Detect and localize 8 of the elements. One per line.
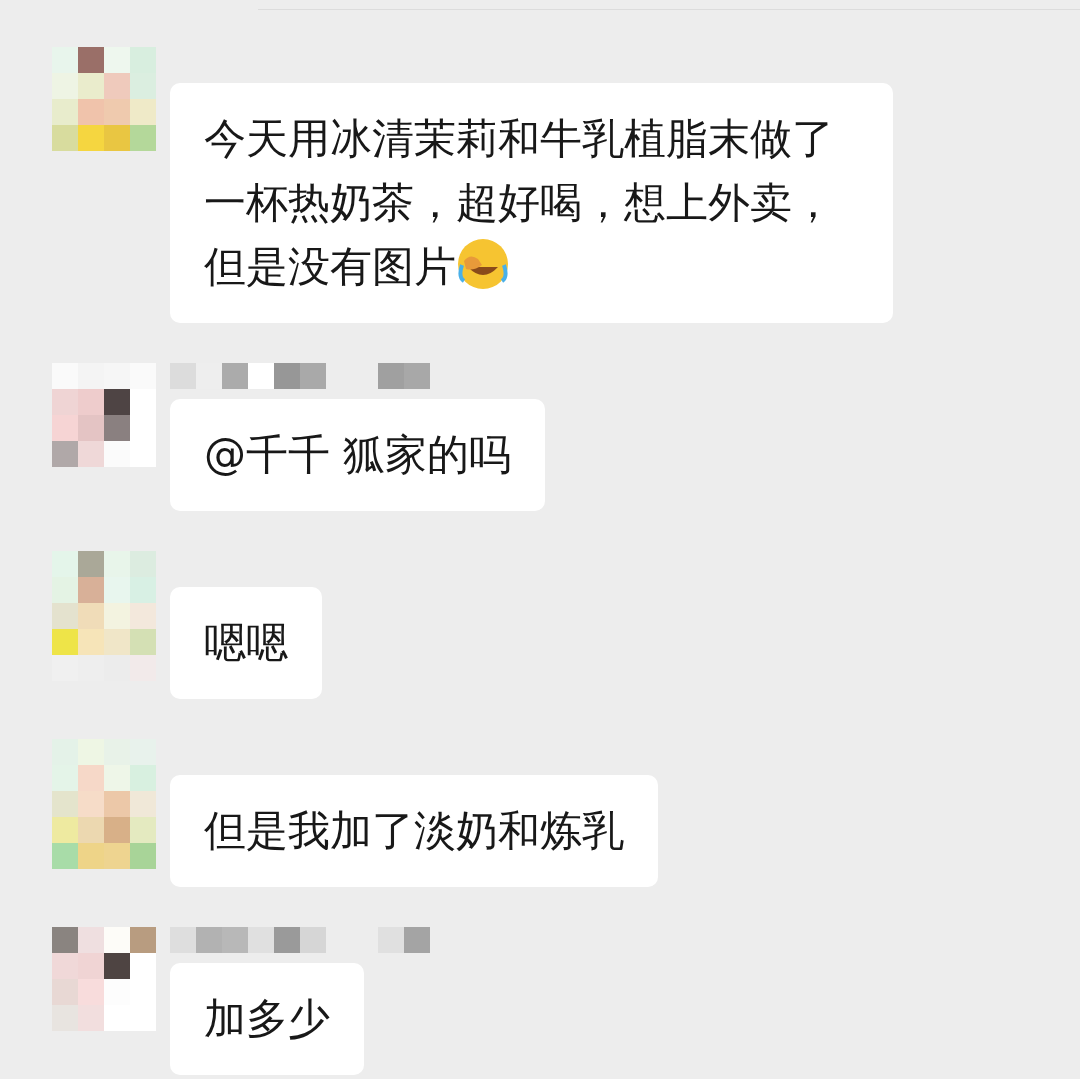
message-bubble: @千千 狐家的吗	[170, 399, 546, 511]
avatar[interactable]	[52, 47, 156, 151]
avatar[interactable]	[52, 363, 156, 467]
message-bubble: 今天用冰清茉莉和牛乳植脂末做了一杯热奶茶，超好喝，想上外卖，但是没有图片	[170, 83, 894, 323]
message-bubble: 嗯嗯	[170, 587, 322, 699]
message-bubble: 但是我加了淡奶和炼乳	[170, 775, 658, 887]
message-bubble: 加多少	[170, 963, 364, 1075]
avatar[interactable]	[52, 927, 156, 1031]
